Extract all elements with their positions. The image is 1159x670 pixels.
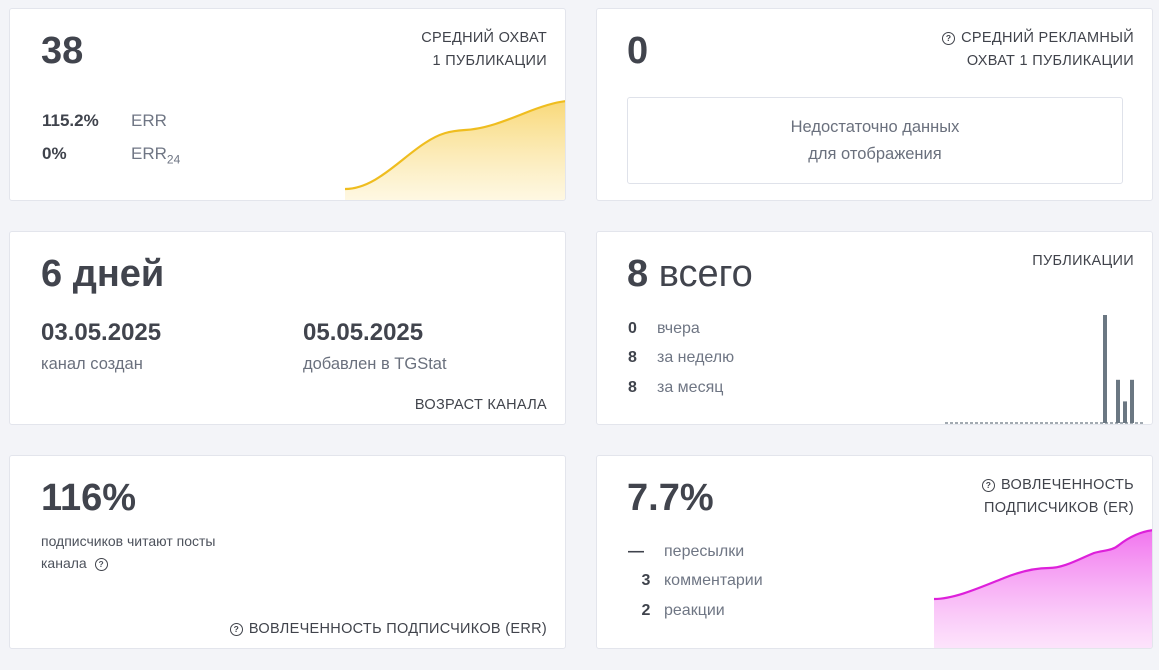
row-number: 0: [628, 320, 637, 337]
added-label: добавлен в TGStat: [303, 355, 447, 373]
row-number: 3: [641, 572, 651, 589]
publications-bar-chart: [945, 315, 1145, 424]
err24-row: 0% ERR24: [42, 145, 180, 165]
err-label: ERR: [131, 111, 167, 130]
er-engagement-value: 7.7%: [627, 477, 714, 519]
publications-row-yesterday: 0 вчера: [628, 321, 700, 337]
desc-line-2: канала: [41, 555, 87, 571]
help-icon[interactable]: ?: [94, 558, 108, 571]
avg-ad-reach-caption: ? СРЕДНИЙ РЕКЛАМНЫЙ ОХВАТ 1 ПУБЛИКАЦИИ: [942, 27, 1134, 73]
err24-label: ERR: [131, 144, 167, 163]
er-row-reactions: 2 реакции: [628, 603, 725, 619]
er-engagement-caption: ? ВОВЛЕЧЕННОСТЬ ПОДПИСЧИКОВ (ER): [982, 474, 1134, 520]
publications-total-word: всего: [658, 253, 753, 295]
no-data-line-1: Недостаточно данных: [790, 118, 960, 136]
row-number: 2: [641, 602, 651, 619]
reach-sparkline: [345, 100, 565, 200]
publications-row-week: 8 за неделю: [628, 350, 734, 366]
row-label: вчера: [657, 320, 700, 337]
publications-caption: ПУБЛИКАЦИИ: [1032, 253, 1134, 269]
caption-line-1: СРЕДНИЙ ОХВАТ: [421, 30, 547, 46]
row-number: —: [628, 543, 644, 560]
channel-age-value: 6 дней: [41, 253, 165, 295]
err-engagement-card: 116% подписчиков читают посты канала ? ?…: [9, 455, 566, 649]
publication-bar: [1130, 379, 1134, 423]
row-label: за неделю: [657, 349, 735, 366]
row-number: 8: [628, 379, 637, 396]
avg-ad-reach-value: 0: [627, 30, 649, 72]
err-row: 115.2% ERR: [42, 112, 167, 129]
er-row-forwards: — пересылки: [628, 544, 744, 560]
avg-reach-value: 38: [41, 30, 84, 72]
avg-ad-reach-card: 0 ? СРЕДНИЙ РЕКЛАМНЫЙ ОХВАТ 1 ПУБЛИКАЦИИ …: [596, 8, 1153, 201]
avg-reach-card: 38 СРЕДНИЙ ОХВАТ 1 ПУБЛИКАЦИИ 115.2% ERR …: [9, 8, 566, 201]
help-icon[interactable]: ?: [982, 479, 996, 492]
caption-line-2: ОХВАТ 1 ПУБЛИКАЦИИ: [966, 53, 1134, 69]
row-label: пересылки: [664, 543, 745, 560]
created-label: канал создан: [41, 355, 143, 373]
no-data-box: Недостаточно данных для отображения: [627, 97, 1123, 184]
publication-bar: [1116, 379, 1120, 423]
channel-age-card: 6 дней 03.05.2025 канал создан 05.05.202…: [9, 231, 566, 425]
row-label: реакции: [664, 602, 725, 619]
publications-total: 8 всего: [627, 255, 753, 293]
publications-card: 8 всего ПУБЛИКАЦИИ 0 вчера 8 за неделю 8 за…: [596, 231, 1153, 425]
err-engagement-value: 116%: [41, 477, 137, 519]
err24-subscript: 24: [166, 152, 181, 167]
err-value: 115.2%: [42, 111, 99, 130]
er-sparkline-area: [934, 530, 1152, 648]
created-date: 03.05.2025: [41, 319, 162, 346]
err-engagement-desc: подписчиков читают посты канала ?: [41, 530, 215, 574]
caption-line-2: ПОДПИСЧИКОВ (ER): [984, 500, 1134, 516]
err24-value: 0%: [42, 144, 67, 163]
er-sparkline: [934, 529, 1152, 648]
row-label: комментарии: [664, 572, 763, 589]
caption-line-2: 1 ПУБЛИКАЦИИ: [432, 53, 547, 69]
desc-line-1: подписчиков читают посты: [41, 533, 216, 549]
caption-text: ВОВЛЕЧЕННОСТЬ ПОДПИСЧИКОВ (ERR): [248, 621, 547, 637]
publication-bar: [1103, 315, 1107, 423]
caption-line-1: ВОВЛЕЧЕННОСТЬ: [1001, 477, 1134, 493]
row-number: 8: [628, 349, 637, 366]
row-label: за месяц: [657, 379, 724, 396]
no-data-line-2: для отображения: [808, 145, 942, 163]
publications-row-month: 8 за месяц: [628, 380, 723, 396]
err-engagement-caption: ? ВОВЛЕЧЕННОСТЬ ПОДПИСЧИКОВ (ERR): [229, 618, 547, 641]
caption-line-1: СРЕДНИЙ РЕКЛАМНЫЙ: [961, 30, 1134, 46]
reach-sparkline-area: [345, 101, 565, 200]
help-icon[interactable]: ?: [229, 623, 243, 636]
added-date: 05.05.2025: [303, 319, 424, 346]
er-engagement-card: 7.7% ? ВОВЛЕЧЕННОСТЬ ПОДПИСЧИКОВ (ER) — пе…: [596, 455, 1153, 649]
er-row-comments: 3 комментарии: [628, 573, 763, 589]
publication-bar: [1123, 401, 1127, 423]
channel-age-caption: ВОЗРАСТ КАНАЛА: [414, 397, 547, 413]
avg-reach-caption: СРЕДНИЙ ОХВАТ 1 ПУБЛИКАЦИИ: [421, 27, 547, 73]
publications-total-number: 8: [627, 253, 649, 295]
help-icon[interactable]: ?: [942, 32, 956, 45]
